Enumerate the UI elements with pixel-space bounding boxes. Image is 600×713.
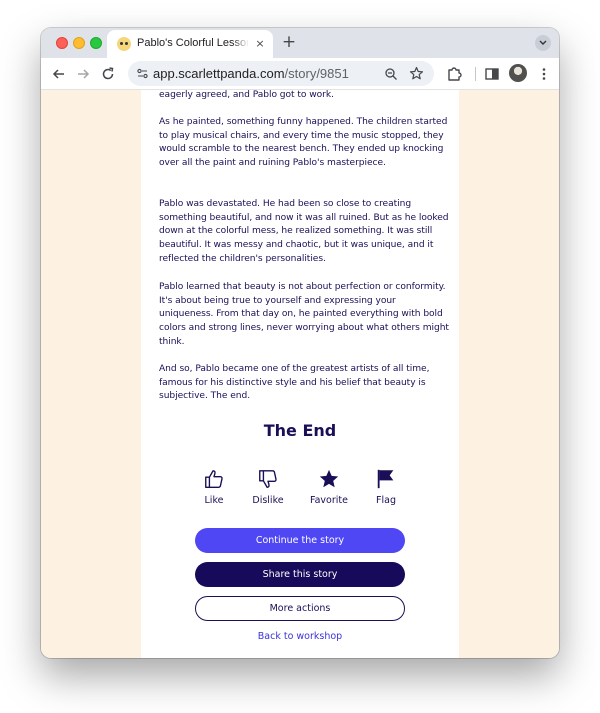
story-paragraph: As he painted, something funny happened.… — [159, 117, 448, 169]
tab-title: Pablo's Colorful Lesson: Beauty is Subje… — [137, 37, 249, 49]
story-paragraph: Pablo was devastated. He had been so clo… — [159, 199, 449, 264]
tab-strip: Pablo's Colorful Lesson: Beauty is Subje… — [41, 28, 559, 58]
favorite-button[interactable]: Favorite — [299, 468, 359, 506]
more-actions-button[interactable]: More actions — [195, 596, 405, 621]
site-settings-icon[interactable] — [136, 67, 149, 80]
thumbs-up-icon — [205, 470, 223, 488]
close-window-button[interactable] — [56, 37, 68, 49]
side-panel-icon[interactable] — [483, 65, 501, 83]
flag-label: Flag — [376, 495, 396, 506]
address-bar[interactable]: app.scarlettpanda.com/story/9851 — [128, 61, 434, 86]
story-paragraph: eagerly agreed, and Pablo got to work. — [159, 90, 334, 100]
browser-window: Pablo's Colorful Lesson: Beauty is Subje… — [41, 28, 559, 658]
page-viewport: eagerly agreed, and Pablo got to work. A… — [41, 90, 559, 658]
story-paragraph: Pablo learned that beauty is not about p… — [159, 282, 449, 347]
like-label: Like — [204, 495, 224, 506]
like-button[interactable]: Like — [184, 468, 244, 506]
more-menu-icon[interactable] — [535, 65, 553, 83]
back-arrow-icon[interactable] — [50, 65, 68, 83]
zoom-icon[interactable] — [384, 67, 398, 81]
panda-favicon-icon — [117, 37, 131, 51]
dislike-label: Dislike — [252, 495, 284, 506]
story-card: eagerly agreed, and Pablo got to work. A… — [141, 90, 459, 658]
back-to-workshop-link[interactable]: Back to workshop — [141, 631, 459, 642]
reload-icon[interactable] — [99, 65, 117, 83]
forward-arrow-icon[interactable] — [74, 65, 92, 83]
new-tab-button[interactable]: + — [279, 33, 299, 53]
browser-tab[interactable]: Pablo's Colorful Lesson: Beauty is Subje… — [107, 30, 273, 58]
share-story-button[interactable]: Share this story — [195, 562, 405, 587]
minimize-window-button[interactable] — [73, 37, 85, 49]
star-icon — [319, 469, 339, 488]
favorite-label: Favorite — [310, 495, 348, 506]
flag-button[interactable]: Flag — [356, 468, 416, 506]
thumbs-down-icon — [259, 470, 277, 488]
browser-toolbar: app.scarlettpanda.com/story/9851 — [41, 58, 559, 90]
url-text: app.scarlettpanda.com/story/9851 — [153, 66, 349, 81]
tab-search-button[interactable] — [535, 35, 551, 51]
bookmark-star-icon[interactable] — [409, 66, 424, 81]
chevron-down-icon — [539, 40, 547, 45]
flag-icon — [377, 469, 394, 489]
tab-close-icon[interactable]: × — [252, 36, 268, 52]
dislike-button[interactable]: Dislike — [238, 468, 298, 506]
profile-avatar[interactable] — [509, 64, 527, 82]
story-paragraph: And so, Pablo became one of the greatest… — [159, 364, 430, 402]
extensions-puzzle-icon[interactable] — [445, 65, 463, 83]
end-heading: The End — [263, 421, 337, 440]
toolbar-divider — [475, 67, 476, 81]
continue-story-button[interactable]: Continue the story — [195, 528, 405, 553]
zoom-window-button[interactable] — [90, 37, 102, 49]
